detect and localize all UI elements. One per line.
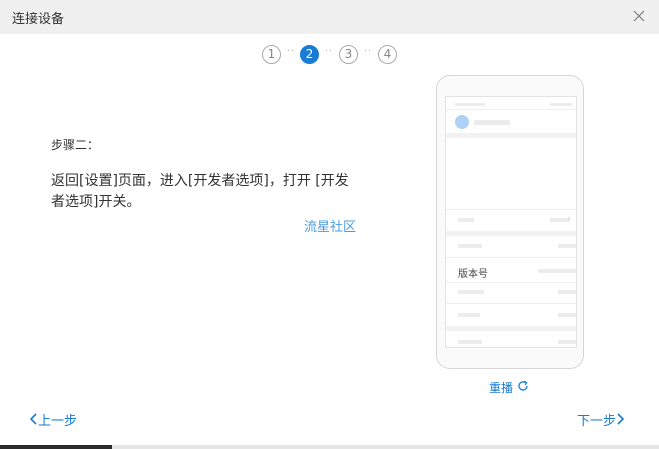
step-connector: ·· bbox=[324, 46, 334, 57]
progress-bar bbox=[0, 445, 112, 449]
phone-illustration: › 版本号 bbox=[436, 75, 584, 369]
replay-button[interactable]: 重播 bbox=[489, 379, 513, 396]
community-link[interactable]: 流星社区 bbox=[304, 216, 356, 235]
avatar bbox=[455, 115, 469, 129]
step-connector: ·· bbox=[363, 46, 373, 57]
chevron-right-icon bbox=[617, 413, 625, 425]
step-2: 2 bbox=[300, 45, 319, 64]
window-title: 连接设备 bbox=[12, 12, 65, 27]
step-heading: 步骤二： bbox=[51, 138, 100, 152]
chevron-left-icon bbox=[29, 413, 37, 425]
previous-step-button[interactable]: 上一步 bbox=[28, 410, 77, 429]
title-bar: 连接设备 bbox=[0, 0, 659, 34]
step-connector: ·· bbox=[286, 46, 296, 57]
phone-screen: › 版本号 bbox=[445, 96, 577, 348]
step-indicator: 1 ·· 2 ·· 3 ·· 4 bbox=[0, 45, 659, 65]
chevron-right-icon: › bbox=[567, 214, 571, 224]
step-3: 3 bbox=[339, 45, 358, 64]
step-4: 4 bbox=[378, 45, 397, 64]
version-label: 版本号 bbox=[458, 269, 488, 280]
step-1: 1 bbox=[262, 45, 281, 64]
step-description: 返回[设置]页面，进入[开发者选项]，打开 [开发者选项]开关。 bbox=[51, 173, 349, 210]
next-step-button[interactable]: 下一步 bbox=[577, 410, 626, 429]
previous-step-label: 上一步 bbox=[38, 414, 78, 429]
refresh-icon[interactable] bbox=[517, 380, 529, 392]
close-icon[interactable] bbox=[631, 8, 647, 24]
next-step-label: 下一步 bbox=[577, 414, 617, 429]
